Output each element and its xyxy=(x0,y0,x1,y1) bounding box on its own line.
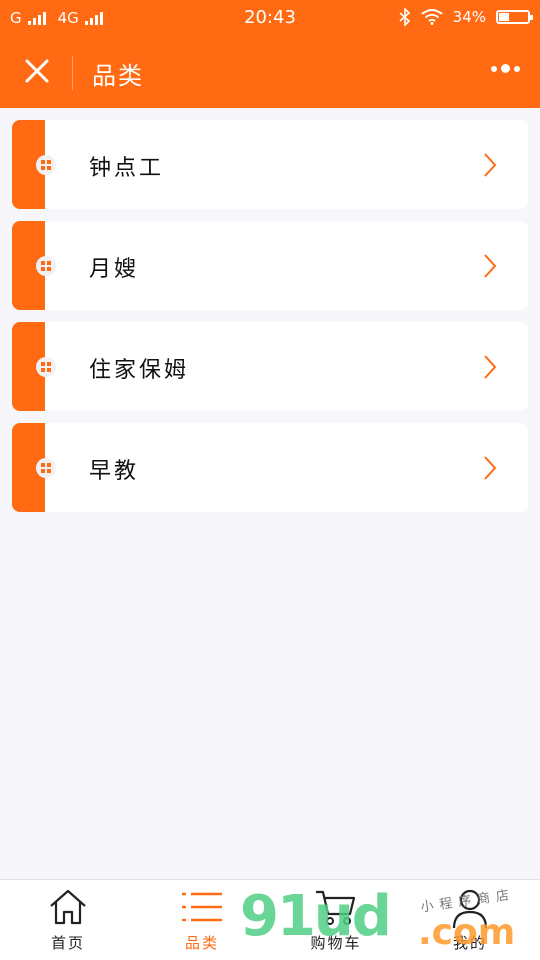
grid-icon xyxy=(36,155,56,175)
tab-home[interactable]: 首页 xyxy=(8,880,128,960)
grid-icon xyxy=(36,256,56,276)
close-icon xyxy=(25,59,49,83)
close-button[interactable] xyxy=(18,52,56,90)
user-icon xyxy=(452,889,488,928)
nav-bar: 品类 xyxy=(0,36,540,108)
status-bar: G 4G 20:43 34% xyxy=(0,0,540,36)
tab-category[interactable]: 品类 xyxy=(142,880,262,960)
list-icon xyxy=(182,892,222,922)
category-item[interactable]: 月嫂 xyxy=(12,221,528,310)
tab-profile[interactable]: 我的 xyxy=(410,880,530,960)
more-dot xyxy=(514,65,520,72)
nav-divider xyxy=(72,56,73,90)
grid-icon xyxy=(36,458,56,478)
category-label: 月嫂 xyxy=(89,257,140,282)
bottom-tab-bar: 首页 品类 购物车 我的 xyxy=(0,879,540,960)
grid-icon xyxy=(36,357,56,377)
battery-percent: 34% xyxy=(452,8,486,26)
chevron-right-icon xyxy=(484,456,497,480)
category-item[interactable]: 住家保姆 xyxy=(12,322,528,411)
cart-icon xyxy=(316,890,356,925)
chevron-right-icon xyxy=(484,355,497,379)
battery-icon xyxy=(496,10,533,24)
page-title: 品类 xyxy=(92,62,144,90)
tab-label: 我的 xyxy=(452,934,487,952)
wifi-icon xyxy=(421,9,443,25)
home-icon xyxy=(50,889,86,925)
category-item[interactable]: 钟点工 xyxy=(12,120,528,209)
category-label: 钟点工 xyxy=(89,156,165,181)
status-icons: 34% xyxy=(399,8,533,26)
category-label: 早教 xyxy=(89,459,140,484)
chevron-right-icon xyxy=(484,254,497,278)
category-item[interactable]: 早教 xyxy=(12,423,528,512)
more-dot xyxy=(501,64,510,73)
tab-cart[interactable]: 购物车 xyxy=(276,880,396,960)
category-list: 钟点工 月嫂 住家保姆 早教 xyxy=(12,120,528,524)
category-label: 住家保姆 xyxy=(89,358,190,383)
tab-label: 首页 xyxy=(50,934,85,952)
more-dot xyxy=(491,65,497,72)
chevron-right-icon xyxy=(484,153,497,177)
more-button[interactable] xyxy=(491,64,520,73)
tab-label: 购物车 xyxy=(310,934,362,952)
bluetooth-icon xyxy=(399,8,410,26)
tab-label: 品类 xyxy=(184,934,219,952)
